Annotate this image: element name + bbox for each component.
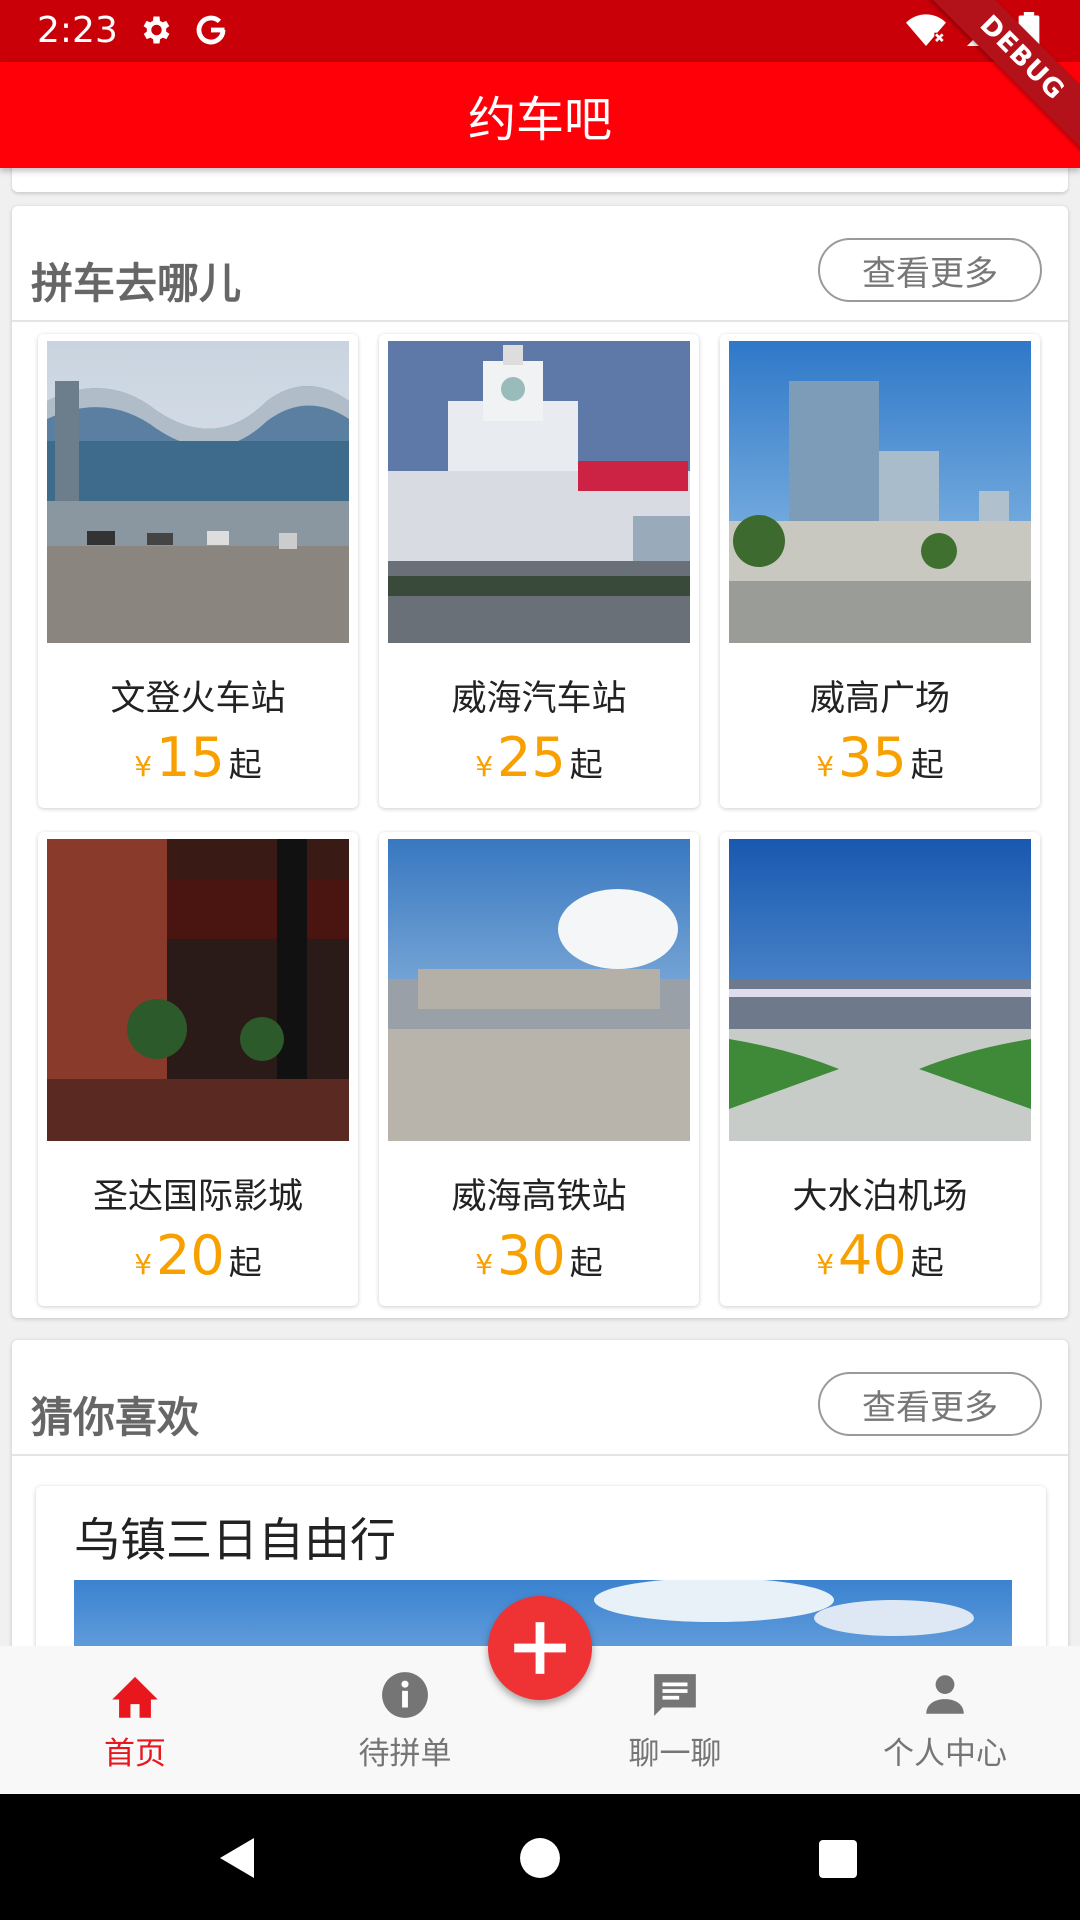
price-suffix: 起 [910,1243,944,1282]
view-more-destinations-button[interactable]: 查看更多 [818,238,1042,302]
destination-price: ¥ 35 起 [720,726,1040,789]
destination-card[interactable]: 威海高铁站 ¥ 30 起 [379,832,699,1306]
nav-label: 首页 [104,1736,166,1772]
price-suffix: 起 [569,1243,603,1282]
price-suffix: 起 [228,1243,262,1282]
destination-price: ¥ 30 起 [379,1224,699,1287]
status-time: 2:23 [37,10,118,51]
system-navigation-bar [0,1794,1080,1920]
airport-photo [729,839,1031,1141]
price-value: 30 [497,1224,566,1287]
rail-station-photo [388,839,690,1141]
price-value: 15 [156,726,225,789]
nav-label: 待拼单 [358,1736,452,1772]
destination-name: 威高广场 [809,679,950,719]
station-photo [47,341,349,643]
settings-gear-icon [143,16,170,44]
home-circle-icon[interactable] [519,1837,561,1879]
section-title: 拼车去哪儿 [31,259,242,308]
price-value: 25 [497,726,566,789]
google-g-icon [196,15,226,45]
carpool-destinations-section: 拼车去哪儿 查看更多 文登火车站 ¥ 15 起 威海汽车站 ¥ 25 起 威高广… [12,206,1068,1318]
price-value: 40 [838,1224,907,1287]
home-icon [112,1676,158,1718]
nav-item-profile[interactable]: 个人中心 [845,1670,1045,1773]
status-bar: 2:23 [0,0,1080,62]
destination-name: 威海高铁站 [451,1177,627,1217]
price-value: 35 [838,726,907,789]
person-icon [926,1675,964,1714]
price-suffix: 起 [569,745,603,784]
price-suffix: 起 [228,745,262,784]
price-currency: ¥ [134,1248,153,1281]
destination-card[interactable]: 威海汽车站 ¥ 25 起 [379,334,699,808]
nav-label: 个人中心 [883,1736,1007,1772]
destination-card[interactable]: 文登火车站 ¥ 15 起 [38,334,358,808]
section-title: 猜你喜欢 [31,1393,200,1442]
cinema-photo [47,839,349,1141]
status-left-icons [137,12,229,48]
add-carpool-fab[interactable] [488,1596,592,1700]
nav-label: 聊一聊 [628,1736,722,1772]
app-bar: 约车吧 [0,62,1080,168]
destination-name: 文登火车站 [110,679,286,719]
price-currency: ¥ [475,750,494,783]
destination-card[interactable]: 圣达国际影城 ¥ 20 起 [38,832,358,1306]
destination-name: 圣达国际影城 [92,1177,303,1217]
recommendation-title: 乌镇三日自由行 [74,1513,396,1567]
section-header: 拼车去哪儿 查看更多 [12,206,1068,322]
destination-card[interactable]: 威高广场 ¥ 35 起 [720,334,1040,808]
nav-item-pending-orders[interactable]: 待拼单 [305,1670,505,1773]
price-currency: ¥ [134,750,153,783]
recents-square-icon[interactable] [818,1839,858,1879]
price-suffix: 起 [910,745,944,784]
previous-card-edge [12,168,1068,192]
main-content[interactable]: 拼车去哪儿 查看更多 文登火车站 ¥ 15 起 威海汽车站 ¥ 25 起 威高广… [0,168,1080,1646]
view-more-recommendations-button[interactable]: 查看更多 [818,1372,1042,1436]
destination-name: 大水泊机场 [792,1177,968,1217]
plus-icon [514,1622,566,1674]
back-triangle-icon[interactable] [218,1836,258,1880]
nav-item-chat[interactable]: 聊一聊 [575,1670,775,1773]
destination-price: ¥ 25 起 [379,726,699,789]
destination-price: ¥ 15 起 [38,726,358,789]
nav-item-home[interactable]: 首页 [35,1670,235,1773]
destination-name: 威海汽车站 [451,679,627,719]
app-title: 约车吧 [467,92,612,148]
price-currency: ¥ [816,1248,835,1281]
price-value: 20 [156,1224,225,1287]
price-currency: ¥ [816,750,835,783]
destination-price: ¥ 40 起 [720,1224,1040,1287]
info-icon [382,1672,428,1718]
destination-price: ¥ 20 起 [38,1224,358,1287]
plaza-photo [729,341,1031,643]
bus-station-photo [388,341,690,643]
section-header: 猜你喜欢 查看更多 [12,1340,1068,1456]
destination-card[interactable]: 大水泊机场 ¥ 40 起 [720,832,1040,1306]
chat-icon [654,1674,696,1716]
price-currency: ¥ [475,1248,494,1281]
wifi-icon [906,14,946,46]
